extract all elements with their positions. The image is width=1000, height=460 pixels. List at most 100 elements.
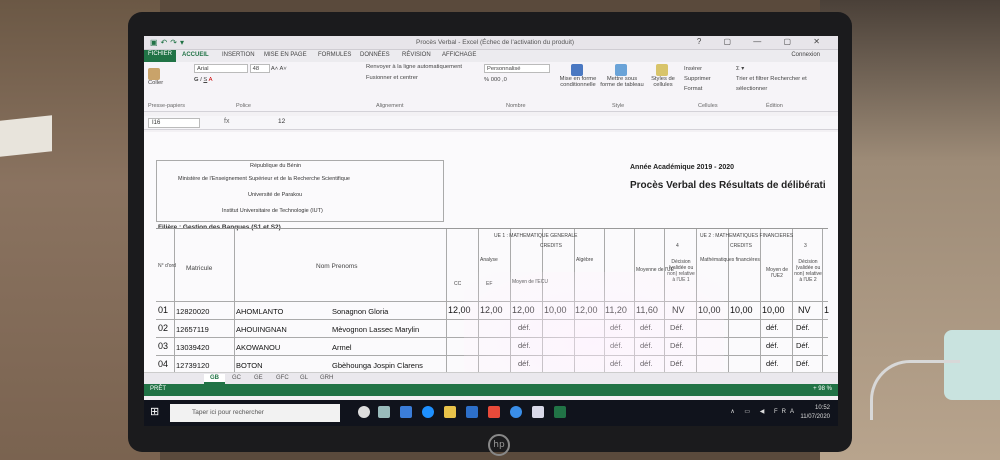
row-decision2: NV bbox=[798, 305, 811, 315]
delete-button[interactable]: Supprimer bbox=[684, 76, 711, 82]
group-label-style: Style bbox=[612, 103, 625, 109]
font-color-icon[interactable]: A bbox=[209, 77, 213, 83]
store-icon[interactable] bbox=[466, 406, 478, 418]
col-header-num: N° d'ord bbox=[158, 263, 176, 269]
group-label-number: Nombre bbox=[506, 103, 526, 109]
zoom-level[interactable]: + 98 % bbox=[813, 386, 832, 392]
row-decision: NV bbox=[672, 305, 685, 315]
format-button[interactable]: Format bbox=[684, 86, 702, 92]
chrome-icon[interactable] bbox=[488, 406, 500, 418]
col-header-four: 4 bbox=[676, 243, 679, 249]
app-icon[interactable] bbox=[532, 406, 544, 418]
autosum-icon[interactable]: Σ ▾ bbox=[736, 66, 744, 72]
ribbon-tabs: FICHIER ACCUEIL INSERTION MISE EN PAGE F… bbox=[144, 50, 838, 62]
grow-font-icon[interactable]: A˄ A˅ bbox=[271, 66, 287, 72]
row-analyse-cc: 12,00 bbox=[448, 305, 471, 315]
skype-icon[interactable] bbox=[510, 406, 522, 418]
excel-icon[interactable] bbox=[554, 406, 566, 418]
row-algebre-moy: 11,20 bbox=[605, 305, 627, 315]
language-indicator[interactable]: FRA bbox=[774, 409, 798, 415]
conditional-format-button[interactable]: Mise en forme conditionnelle bbox=[558, 64, 598, 88]
col-header-three: 3 bbox=[804, 243, 807, 249]
worksheet[interactable]: République du Bénin Ministère de l'Ensei… bbox=[144, 132, 838, 412]
row-decision: Déf. bbox=[670, 341, 684, 350]
row-nom: AHOUINGNAN bbox=[236, 325, 287, 334]
table-icon bbox=[615, 64, 627, 76]
font-size-select[interactable]: 48 bbox=[249, 64, 270, 73]
tab-revision[interactable]: RÉVISION bbox=[402, 52, 431, 58]
clipboard-icon bbox=[148, 68, 160, 80]
tab-donnees[interactable]: DONNÉES bbox=[360, 52, 390, 58]
edge-icon[interactable] bbox=[422, 406, 434, 418]
merge-center-button[interactable]: Fusionner et centrer bbox=[366, 75, 418, 81]
font-name-select[interactable]: Arial bbox=[194, 64, 248, 73]
task-view-icon[interactable] bbox=[378, 406, 390, 418]
bold-italic-underline-icon[interactable]: G I S bbox=[194, 77, 207, 83]
col-header-decision: Décision (validée ou non) relative à l'U… bbox=[667, 259, 695, 283]
tab-mise-en-page[interactable]: MISE EN PAGE bbox=[264, 52, 307, 58]
header-line-1: République du Bénin bbox=[250, 163, 302, 169]
wrap-text-button[interactable]: Renvoyer à la ligne automatiquement bbox=[366, 64, 462, 70]
tab-insertion[interactable]: INSERTION bbox=[222, 52, 255, 58]
row-decision2: Déf. bbox=[796, 341, 810, 350]
row-decision2: Déf. bbox=[796, 359, 810, 368]
tab-formules[interactable]: FORMULES bbox=[318, 52, 351, 58]
system-tray[interactable]: ∧ ▭ ◀ FRA bbox=[730, 408, 798, 415]
name-box[interactable]: I16 bbox=[148, 118, 200, 128]
col-header-matricule: Matricule bbox=[186, 265, 213, 272]
percent-icon[interactable]: % 000 ,0 bbox=[484, 77, 507, 83]
sheet-tab-grh[interactable]: GRH bbox=[314, 374, 339, 382]
windows-start-icon[interactable]: ⊞ bbox=[150, 406, 162, 418]
connexion-link[interactable]: Connexion bbox=[791, 52, 820, 58]
sheet-tab-gc[interactable]: GC bbox=[226, 374, 247, 382]
sheet-tab-gl[interactable]: GL bbox=[294, 374, 314, 382]
fx-icon[interactable]: fx bbox=[224, 118, 229, 125]
row-prenom: Armel bbox=[332, 343, 352, 352]
sheet-tab-ge[interactable]: GE bbox=[248, 374, 269, 382]
sheet-tab-gfc[interactable]: GFC bbox=[270, 374, 295, 382]
clock[interactable]: 10:52 11/07/2020 bbox=[800, 404, 830, 422]
sheet-tabs: GB GC GE GFC GL GRH bbox=[144, 372, 838, 384]
font-group: Arial 48 A˄ A˅ G I S A bbox=[194, 64, 287, 87]
hp-logo-icon: hp bbox=[488, 434, 510, 456]
number-format-select[interactable]: Personnalisé bbox=[484, 64, 550, 73]
col-header-moy-ecu: Moyen de l'ECU bbox=[512, 279, 548, 285]
sort-filter-button[interactable]: Trier et filtrer bbox=[736, 76, 769, 82]
taskbar-search-input[interactable]: Taper ici pour rechercher bbox=[170, 404, 340, 422]
file-explorer-icon[interactable] bbox=[444, 406, 456, 418]
paper-sheet bbox=[0, 115, 52, 157]
formula-input[interactable]: 12 bbox=[278, 118, 285, 125]
window-controls[interactable]: ? ▢ — ▢ ✕ bbox=[697, 37, 830, 46]
sheet-tab-gb[interactable]: GB bbox=[204, 374, 225, 384]
tab-fichier[interactable]: FICHIER bbox=[144, 50, 176, 62]
col-header-ue1: UE 1 : MATHEMATIQUE GENERALE bbox=[494, 233, 578, 239]
mail-icon[interactable] bbox=[400, 406, 412, 418]
clock-date: 11/07/2020 bbox=[800, 414, 830, 420]
row-fin-ef: 10,00 bbox=[730, 305, 753, 315]
row-num: 03 bbox=[158, 341, 169, 351]
cell-styles-button[interactable]: Styles de cellules bbox=[648, 64, 678, 88]
row-num: 02 bbox=[158, 323, 169, 333]
paste-button[interactable]: Coller bbox=[148, 68, 163, 86]
clock-time: 10:52 bbox=[814, 405, 830, 411]
pv-title: Procès Verbal des Résultats de délibérat… bbox=[630, 180, 826, 191]
ribbon: Coller Arial 48 A˄ A˅ G I S A Renvoyer à… bbox=[144, 62, 838, 112]
col-header-analyse: Analyse bbox=[480, 257, 498, 263]
group-label-editing: Édition bbox=[766, 103, 783, 109]
row-ue-moy: déf. bbox=[640, 323, 653, 332]
tab-accueil[interactable]: ACCUEIL bbox=[182, 52, 209, 58]
formula-bar: I16 fx 12 bbox=[144, 116, 838, 130]
row-nom: AKOWANOU bbox=[236, 343, 281, 352]
laptop-screen: ▣↶↷▾ Procès Verbal - Excel (Échec de l'a… bbox=[144, 36, 838, 426]
row-analyse-ef: 12,00 bbox=[480, 305, 503, 315]
row-ue2-moy: déf. bbox=[766, 341, 779, 350]
row-nom: AHOMLANTO bbox=[236, 307, 284, 316]
row-decision: Déf. bbox=[670, 323, 684, 332]
format-table-button[interactable]: Mettre sous forme de tableau bbox=[600, 64, 644, 88]
cells-group: Insérer Supprimer Format bbox=[684, 64, 711, 94]
cortana-icon[interactable] bbox=[358, 406, 370, 418]
insert-button[interactable]: Insérer bbox=[684, 66, 702, 72]
quick-access-toolbar-icon[interactable]: ▣↶↷▾ bbox=[150, 38, 187, 47]
row-analyse-moy: déf. bbox=[518, 359, 531, 368]
tab-affichage[interactable]: AFFICHAGE bbox=[442, 52, 476, 58]
